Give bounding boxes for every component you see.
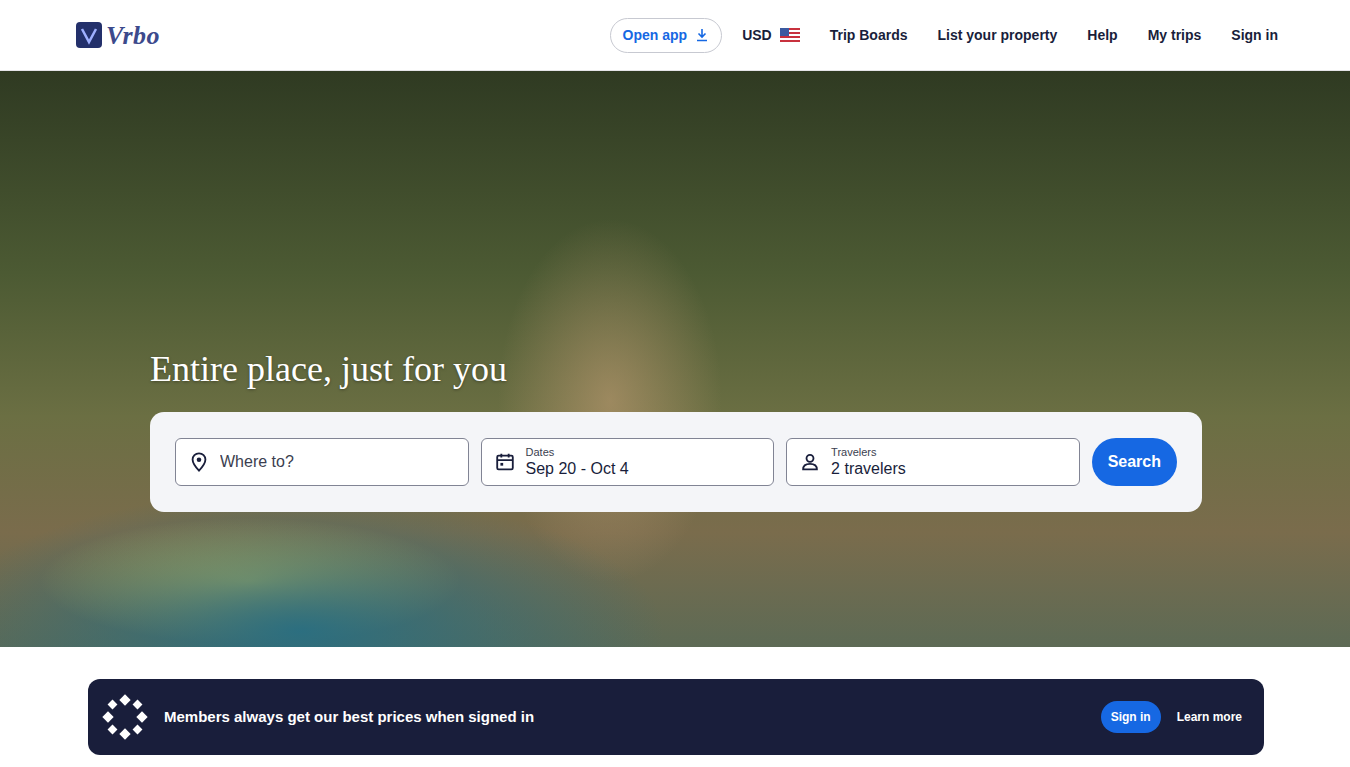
dates-label: Dates	[526, 446, 629, 459]
calendar-icon	[494, 451, 516, 473]
logo-text[interactable]: Vrbo	[106, 16, 160, 55]
nav-link[interactable]: Help	[1087, 25, 1117, 46]
banner-sign-in-button[interactable]: Sign in	[1101, 701, 1161, 733]
open-app-label[interactable]: Open app	[623, 25, 688, 46]
member-banner: Members always get our best prices when …	[88, 679, 1264, 755]
vrbo-logo[interactable]: Vrbo	[76, 16, 160, 55]
open-app-button[interactable]: Open app	[610, 18, 723, 53]
banner-text: Members always get our best prices when …	[164, 706, 1101, 729]
download-icon	[695, 28, 709, 42]
dates-value[interactable]: Sep 20 - Oct 4	[526, 459, 629, 479]
member-badge-icon	[102, 694, 148, 740]
dates-field[interactable]: Dates Sep 20 - Oct 4	[481, 438, 775, 486]
search-card: Dates Sep 20 - Oct 4 Travelers 2 travele…	[150, 412, 1202, 512]
currency-label[interactable]: USD	[742, 25, 772, 46]
travelers-field[interactable]: Travelers 2 travelers	[786, 438, 1080, 486]
currency-selector[interactable]: USD	[742, 25, 800, 46]
nav-link[interactable]: Trip Boards	[830, 25, 908, 46]
us-flag-icon	[780, 28, 800, 42]
destination-input[interactable]	[220, 450, 456, 474]
nav-link[interactable]: Sign in	[1231, 25, 1278, 46]
destination-field[interactable]	[175, 438, 469, 486]
travelers-value[interactable]: 2 travelers	[831, 459, 906, 479]
travelers-label: Travelers	[831, 446, 906, 459]
search-button[interactable]: Search	[1092, 438, 1177, 486]
hero-headline: Entire place, just for you	[150, 346, 1202, 392]
logo-mark-icon	[76, 22, 102, 48]
nav-link[interactable]: My trips	[1148, 25, 1202, 46]
location-pin-icon	[188, 451, 210, 473]
nav-link[interactable]: List your property	[938, 25, 1058, 46]
header-nav: Open app USD Trip Boards List your proper…	[610, 18, 1278, 53]
person-icon	[799, 451, 821, 473]
hero: Entire place, just for you Dates Sep 20 …	[0, 71, 1350, 647]
learn-more-link[interactable]: Learn more	[1177, 708, 1242, 726]
site-header: Vrbo Open app USD Trip Boards List your p…	[0, 0, 1350, 71]
